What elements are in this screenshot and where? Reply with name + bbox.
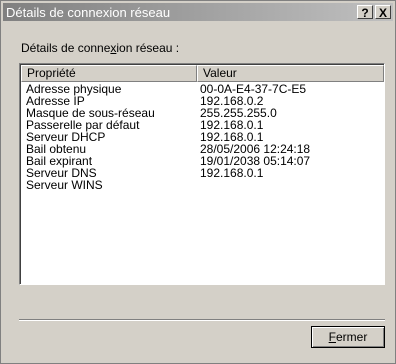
list-row[interactable]: Serveur WINS	[21, 179, 384, 191]
column-header-property[interactable]: Propriété	[21, 65, 197, 82]
list-body: Adresse physique 00-0A-E4-37-7C-E5 Adress…	[21, 82, 384, 191]
close-button[interactable]: Fermer	[311, 326, 385, 348]
dialog-window: Détails de connexion réseau ? X Détails …	[0, 0, 396, 364]
close-button-label: ermer	[336, 330, 368, 344]
title-bar[interactable]: Détails de connexion réseau ? X	[3, 3, 393, 21]
details-list[interactable]: Propriété Valeur Adresse physique 00-0A-E…	[19, 63, 385, 285]
column-header-value[interactable]: Valeur	[197, 65, 384, 82]
caption-text-start: Détails de conne	[21, 41, 111, 55]
help-button[interactable]: ?	[357, 5, 373, 20]
window-title: Détails de connexion réseau	[6, 4, 171, 20]
separator-line	[19, 319, 385, 321]
value-cell	[197, 179, 384, 191]
list-caption: Détails de connexion réseau :	[21, 41, 179, 55]
close-button-accelerator: F	[328, 330, 336, 344]
value-cell: 192.168.0.1	[200, 166, 264, 180]
close-window-button[interactable]: X	[375, 5, 391, 20]
list-header: Propriété Valeur	[21, 65, 384, 82]
caption-text-end: ion réseau :	[116, 41, 180, 55]
property-cell: Serveur WINS	[26, 178, 103, 192]
